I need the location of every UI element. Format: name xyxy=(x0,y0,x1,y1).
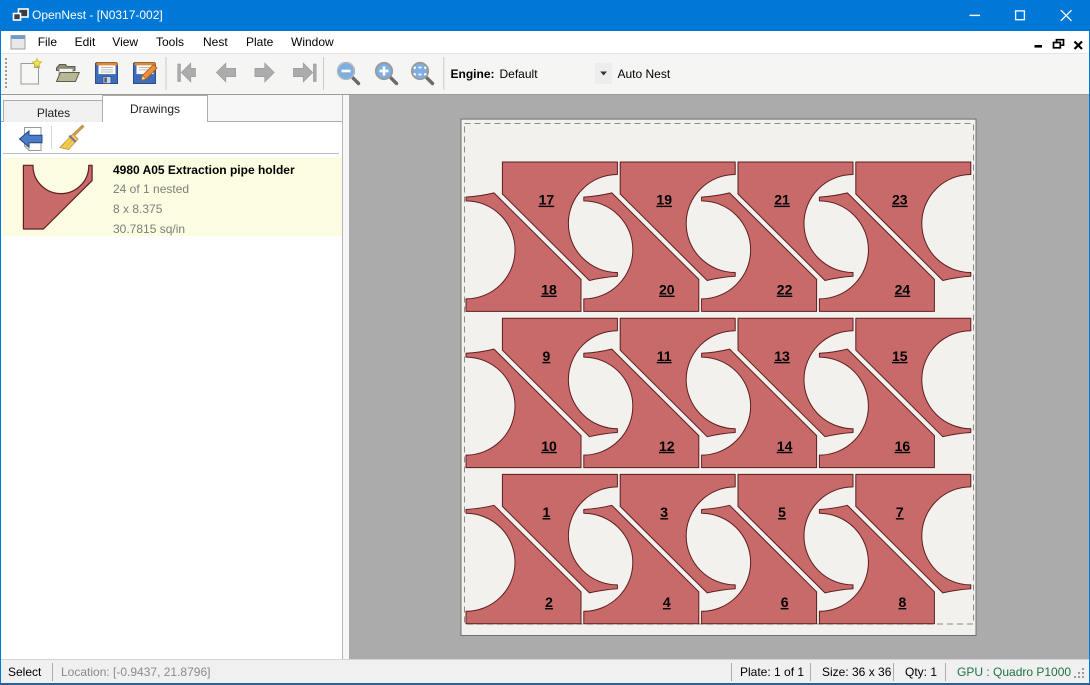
svg-text:4: 4 xyxy=(663,594,671,610)
svg-text:22: 22 xyxy=(777,281,793,297)
svg-text:17: 17 xyxy=(539,191,555,207)
svg-text:13: 13 xyxy=(774,347,790,363)
svg-text:11: 11 xyxy=(657,347,672,363)
svg-text:9: 9 xyxy=(543,347,551,363)
svg-text:15: 15 xyxy=(892,347,908,363)
svg-text:12: 12 xyxy=(659,437,675,453)
svg-text:8: 8 xyxy=(899,594,907,610)
svg-text:24: 24 xyxy=(895,281,911,297)
svg-text:21: 21 xyxy=(774,191,790,207)
svg-text:20: 20 xyxy=(659,281,675,297)
svg-text:1: 1 xyxy=(543,504,551,520)
svg-text:10: 10 xyxy=(541,437,557,453)
svg-text:18: 18 xyxy=(541,281,557,297)
svg-text:19: 19 xyxy=(656,191,672,207)
svg-text:7: 7 xyxy=(896,504,904,520)
svg-text:2: 2 xyxy=(545,594,553,610)
svg-text:16: 16 xyxy=(895,437,911,453)
svg-text:3: 3 xyxy=(660,504,668,520)
svg-text:23: 23 xyxy=(892,191,908,207)
svg-text:6: 6 xyxy=(781,594,789,610)
svg-text:5: 5 xyxy=(778,504,786,520)
svg-text:14: 14 xyxy=(777,437,793,453)
